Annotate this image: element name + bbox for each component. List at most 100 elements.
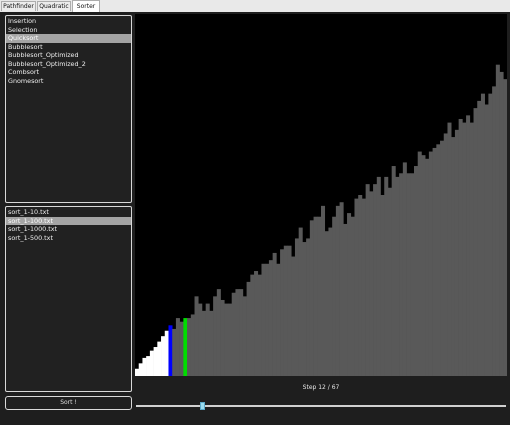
list-item[interactable]: Insertion <box>6 17 131 26</box>
bar <box>358 195 363 376</box>
file-list[interactable]: sort_1-10.txt sort_1-100.txt sort_1-1000… <box>5 206 132 392</box>
list-item[interactable]: Selection <box>6 26 131 35</box>
sort-visualization <box>135 14 507 376</box>
list-item[interactable]: sort_1-10.txt <box>6 208 131 217</box>
bar <box>257 274 262 376</box>
bar <box>421 155 426 376</box>
bar <box>350 216 355 376</box>
tab-pathfinder[interactable]: Pathfinder <box>1 1 36 11</box>
bar <box>164 330 169 376</box>
bar <box>194 296 199 376</box>
bar <box>213 296 218 376</box>
bar <box>399 173 404 376</box>
bar <box>172 328 177 376</box>
list-item[interactable]: sort_1-100.txt <box>6 216 131 225</box>
bar <box>135 368 140 376</box>
bar <box>391 166 396 376</box>
bar <box>272 252 277 376</box>
list-item[interactable]: Quicksort <box>6 34 131 43</box>
bar <box>280 249 285 376</box>
bar <box>443 133 448 376</box>
list-item[interactable]: Bubblesort_Optimized <box>6 51 131 60</box>
bar <box>179 321 184 376</box>
bar <box>387 187 392 376</box>
bar <box>317 216 322 376</box>
bar <box>354 198 359 376</box>
bar <box>414 166 419 376</box>
bar <box>428 151 433 376</box>
bar <box>384 176 389 376</box>
step-slider-track[interactable] <box>136 405 506 407</box>
list-item[interactable]: Bubblesort <box>6 43 131 52</box>
step-counter: Step 12 / 67 <box>302 384 340 391</box>
list-item[interactable]: sort_1-500.txt <box>6 234 131 243</box>
tab-bar: Pathfinder Quadratic Sorter <box>0 0 510 12</box>
bar <box>432 147 437 376</box>
bar <box>268 260 273 376</box>
bar <box>294 238 299 376</box>
bar <box>254 271 259 376</box>
bar <box>373 184 378 376</box>
bar <box>492 86 497 376</box>
bar <box>436 144 441 376</box>
bar <box>216 289 221 376</box>
tab-quadratic[interactable]: Quadratic <box>37 1 71 11</box>
bar <box>402 162 407 376</box>
bar <box>313 216 318 376</box>
bar <box>365 184 370 376</box>
step-slider-thumb[interactable] <box>200 402 206 410</box>
algorithm-list[interactable]: Insertion Selection Quicksort Bubblesort… <box>5 15 132 203</box>
tab-sorter[interactable]: Sorter <box>72 0 100 12</box>
bar <box>335 205 340 376</box>
bar <box>146 356 151 376</box>
bar <box>183 318 188 376</box>
bar <box>324 231 329 376</box>
bar <box>198 303 203 376</box>
bar <box>466 115 471 376</box>
bar <box>246 281 251 376</box>
bar <box>480 93 485 376</box>
bar <box>228 303 233 376</box>
bar <box>201 310 206 376</box>
bar <box>369 191 374 376</box>
bar <box>328 227 333 376</box>
bar <box>488 93 493 376</box>
bar <box>242 296 247 376</box>
bar <box>332 216 337 376</box>
list-item[interactable]: Bubblesort_Optimized_2 <box>6 60 131 69</box>
bar <box>287 245 292 376</box>
bar <box>473 108 478 376</box>
sort-button[interactable]: Sort ! <box>5 396 132 410</box>
bar <box>142 357 147 376</box>
bar <box>339 202 344 376</box>
bar <box>406 173 411 376</box>
bar <box>499 71 504 376</box>
bar <box>410 173 415 376</box>
bar <box>239 289 244 376</box>
bar <box>283 245 288 376</box>
bar <box>231 292 236 376</box>
list-item[interactable]: Combsort <box>6 68 131 77</box>
bar <box>380 195 385 376</box>
bar <box>321 205 326 376</box>
bar <box>454 129 459 376</box>
bar <box>157 341 162 376</box>
bar <box>298 227 303 376</box>
bar <box>261 263 266 376</box>
bar <box>187 318 192 376</box>
bar <box>309 220 314 376</box>
bar <box>395 176 400 376</box>
bar <box>347 213 352 376</box>
bar <box>306 238 311 376</box>
bar <box>302 242 307 376</box>
bar <box>469 122 474 376</box>
list-item[interactable]: Gnomesort <box>6 77 131 86</box>
bar <box>484 104 489 376</box>
bar <box>425 158 430 376</box>
bar <box>149 350 154 376</box>
bar <box>343 223 348 376</box>
bar <box>138 363 143 376</box>
list-item[interactable]: sort_1-1000.txt <box>6 225 131 234</box>
bar <box>209 310 214 376</box>
bar <box>376 176 381 376</box>
